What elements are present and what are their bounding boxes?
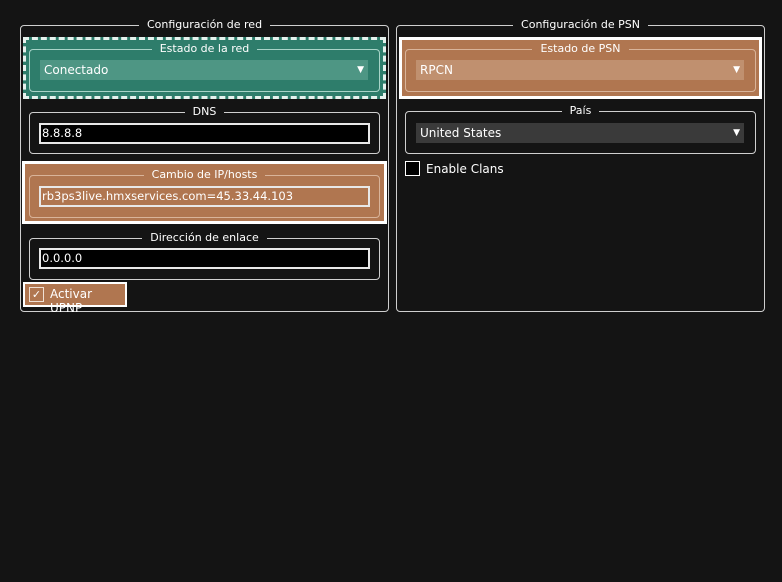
dns-title: DNS	[184, 105, 225, 118]
chevron-down-icon: ▼	[357, 65, 364, 75]
dns-input[interactable]: 8.8.8.8	[39, 123, 370, 144]
country-dropdown[interactable]: United States ▼	[416, 123, 744, 143]
chevron-down-icon: ▼	[733, 65, 740, 75]
enable-clans-checkbox[interactable]: Enable Clans	[405, 161, 505, 177]
ip-swap-input[interactable]: rb3ps3live.hmxservices.com=45.33.44.103	[39, 186, 370, 207]
checkmark-icon: ✓	[29, 287, 44, 302]
checkbox-box	[405, 161, 420, 176]
chevron-down-icon: ▼	[733, 128, 740, 138]
country-value: United States	[420, 126, 502, 140]
upnp-checkbox[interactable]: ✓ Activar UPNP	[23, 282, 127, 315]
psn-status-value: RPCN	[420, 63, 453, 77]
psn-status-title: Estado de PSN	[532, 42, 629, 55]
enable-clans-label: Enable Clans	[426, 162, 504, 176]
network-status-value: Conectado	[44, 63, 109, 77]
bind-address-input[interactable]: 0.0.0.0	[39, 248, 370, 269]
network-settings-title: Configuración de red	[138, 18, 271, 31]
psn-settings-title: Configuración de PSN	[513, 18, 648, 31]
psn-status-dropdown[interactable]: RPCN ▼	[416, 60, 744, 80]
upnp-label: Activar UPNP	[50, 287, 93, 315]
ip-swap-title: Cambio de IP/hosts	[143, 168, 266, 181]
country-title: País	[561, 104, 600, 117]
network-status-dropdown[interactable]: Conectado ▼	[40, 60, 368, 80]
network-status-title: Estado de la red	[151, 42, 258, 55]
bind-address-title: Dirección de enlace	[142, 231, 267, 244]
